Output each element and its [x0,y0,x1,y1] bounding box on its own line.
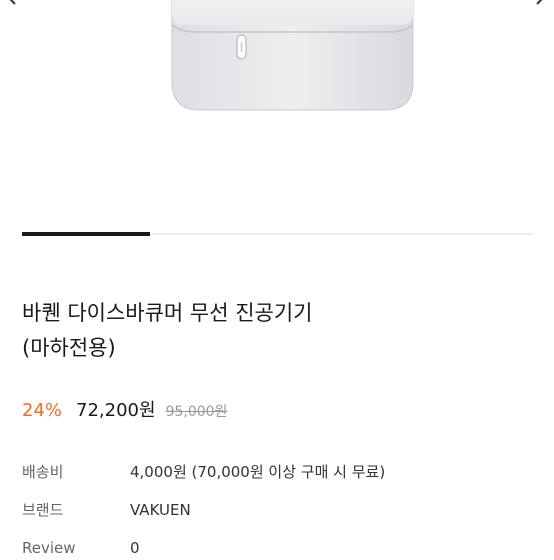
product-title-line2: (마하전용) [22,336,116,360]
gallery-progress-indicator [22,232,150,236]
product-title: 바퀜 다이스바큐머 무선 진공기기 (마하전용) [22,296,532,366]
product-title-line1: 바퀜 다이스바큐머 무선 진공기기 [22,301,313,325]
shipping-fee-value: 4,000원 (70,000원 이상 구매 시 무료) [130,463,386,481]
brand-label: 브랜드 [22,501,64,519]
brand-value[interactable]: VAKUEN [130,498,191,522]
discount-rate: 24% [22,400,63,421]
chevron-left-icon[interactable] [4,0,20,6]
shipping-fee-label: 배송비 [22,463,64,481]
chevron-right-icon[interactable] [532,0,548,6]
product-image [171,0,414,111]
review-label: Review [22,539,76,557]
product-image-gallery[interactable] [0,0,554,232]
sale-price: 72,200원 [76,400,156,421]
price-row: 24% 72,200원 95,000원 [22,396,227,424]
review-count: 0 [130,539,140,557]
original-price: 95,000원 [165,404,228,420]
